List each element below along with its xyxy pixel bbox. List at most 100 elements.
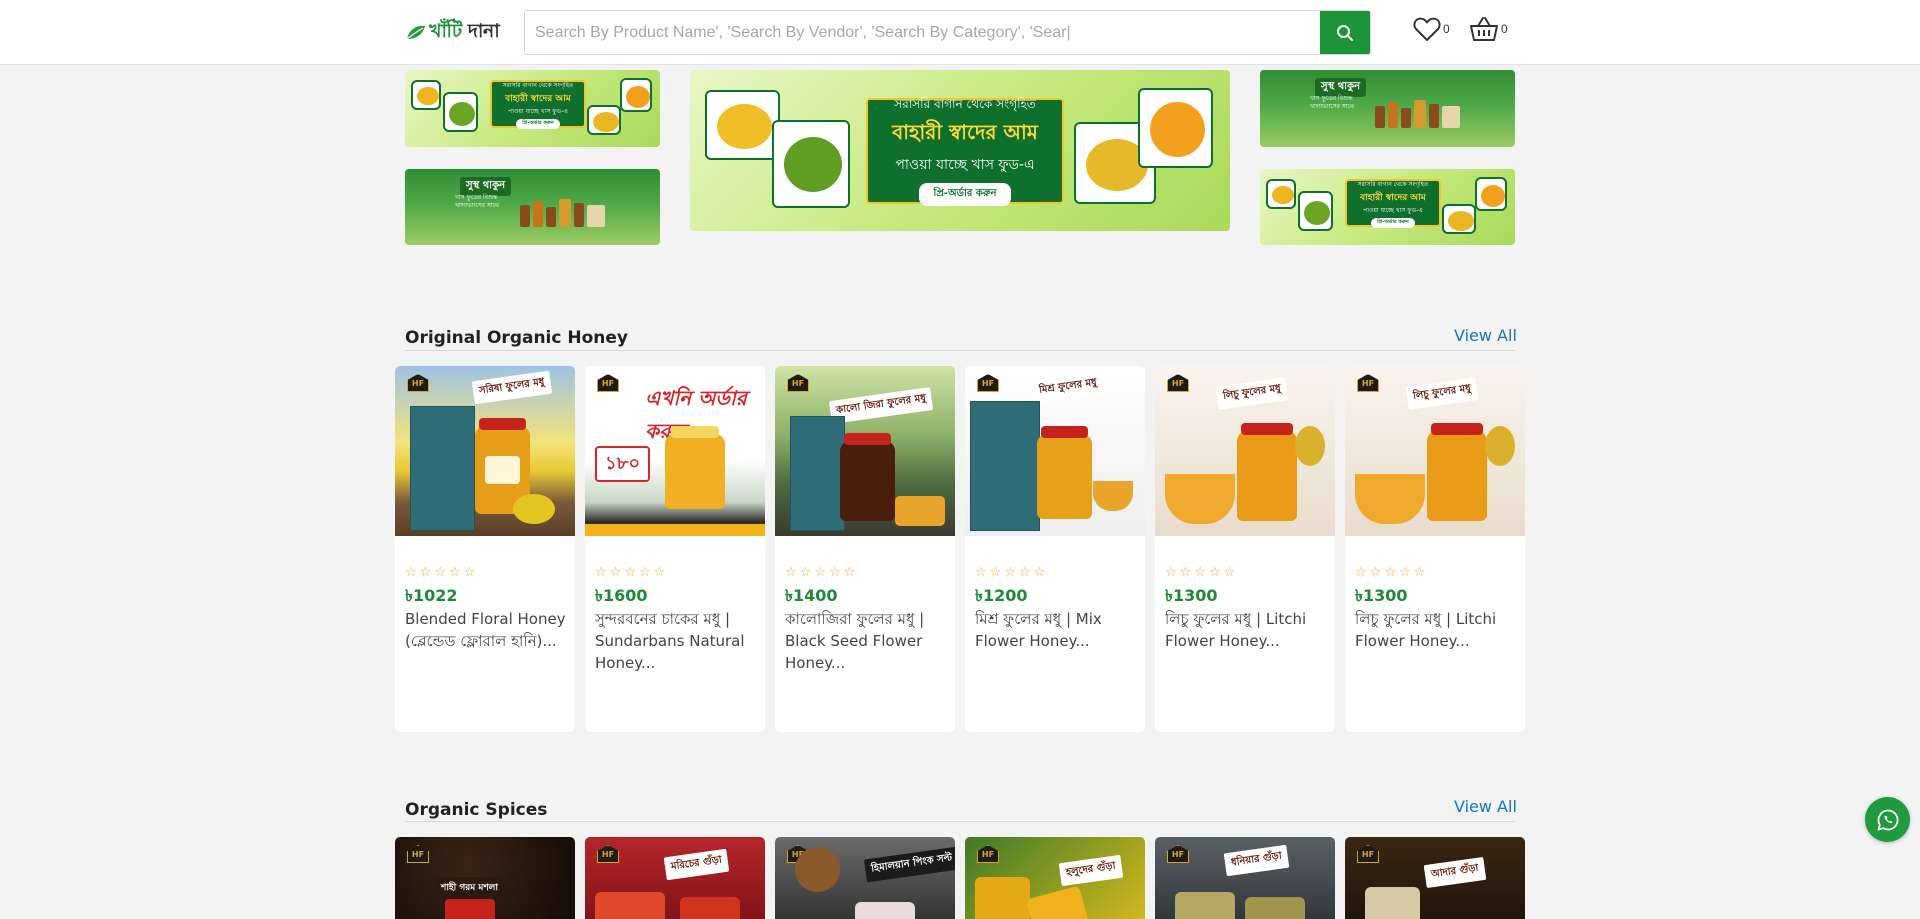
banner-mango-small-2[interactable]: সরাসরি বাগান থেকে সংগৃহিত বাহারী স্বাদের…: [1260, 169, 1515, 245]
product-card[interactable]: HF এখনি অর্ডার করুন ১৮০ ☆ ☆ ☆ ☆ ☆ ৳1600 সুন্…: [585, 366, 765, 732]
banner-line-3: পাওয়া যাচ্ছে খাস ফুড-এ: [895, 157, 1035, 173]
banner-text-panel: সরাসরি বাগান থেকে সংগৃহিত বাহারী স্বাদের…: [490, 80, 586, 129]
product-name[interactable]: কালোজিরা ফুলের মধু | Black Seed Flower H…: [785, 608, 949, 674]
heart-icon: [1413, 17, 1441, 41]
star-outline-icon: ☆: [1384, 565, 1396, 580]
mango-image: [587, 105, 621, 135]
rating-stars: ☆ ☆ ☆ ☆ ☆: [975, 566, 1045, 580]
star-outline-icon: ☆: [1413, 565, 1426, 580]
mango-image: [705, 90, 780, 160]
banner-healthy-1[interactable]: সুস্থ থাকুন খাস ফুডের বিশুদ্ধ খাদ্যাভ্যা…: [405, 169, 660, 245]
product-image: HF এখনি অর্ডার করুন ১৮০: [585, 366, 765, 536]
product-card[interactable]: HF শাহী গরম মশলা: [395, 837, 575, 919]
wishlist-button[interactable]: 0: [1413, 16, 1450, 42]
banner-line-3: পাওয়া যাচ্ছে খাস ফুড-এ: [1363, 206, 1423, 214]
star-outline-icon: ☆: [1194, 565, 1206, 580]
star-outline-icon: ☆: [989, 565, 1002, 580]
logo-text-green: খাঁটি: [429, 20, 462, 42]
star-outline-icon: ☆: [1179, 565, 1192, 580]
view-all-honey-link[interactable]: View All: [1454, 326, 1517, 345]
banner-line-3: পাওয়া যাচ্ছে খাস ফুড-এ: [508, 107, 568, 115]
search-bar: [524, 10, 1371, 55]
product-price: ৳1022: [405, 586, 458, 605]
product-image: HF সরিষা ফুলের মধু: [395, 366, 575, 536]
star-outline-icon: ☆: [785, 565, 797, 580]
banner-line-1: সরাসরি বাগান থেকে সংগৃহিত: [1357, 180, 1429, 188]
product-card[interactable]: HF মরিচের গুঁড়া: [585, 837, 765, 919]
brand-badge-icon: HF: [597, 374, 619, 392]
banner-cta: প্রি-অর্ডার করুন: [919, 183, 1011, 206]
product-card[interactable]: HF লিচু ফুলের মধু ☆ ☆ ☆ ☆ ☆ ৳1300 লিচু ফুলের…: [1345, 366, 1525, 732]
star-outline-icon: ☆: [1208, 565, 1221, 580]
gift-box: [970, 401, 1040, 531]
banner-mango-small-1[interactable]: সরাসরি বাগান থেকে সংগৃহিত বাহারী স্বাদের…: [405, 70, 660, 147]
mango-image: [1266, 179, 1296, 209]
search-icon: [1337, 24, 1353, 41]
basket-icon: [1470, 17, 1498, 41]
banner-mango-main[interactable]: সরাসরি বাগান থেকে সংগৃহিত বাহারী স্বাদের…: [690, 70, 1230, 231]
gift-box: [410, 406, 475, 531]
product-badge: হলুদের গুঁড়া: [1058, 854, 1124, 887]
site-logo[interactable]: খাঁটি দানা: [405, 17, 500, 49]
rating-stars: ☆ ☆ ☆ ☆ ☆: [1165, 566, 1235, 580]
star-outline-icon: ☆: [843, 565, 856, 580]
search-input[interactable]: [525, 11, 1321, 54]
banner-line-1: সরাসরি বাগান থেকে সংগৃহিত: [502, 81, 574, 89]
product-name[interactable]: লিচু ফুলের মধু | Litchi Flower Honey...: [1165, 608, 1329, 652]
cart-count: 0: [1501, 22, 1508, 36]
product-card[interactable]: HF আদার গুঁড়া: [1345, 837, 1525, 919]
logo-text-dark: দানা: [461, 20, 500, 42]
product-card[interactable]: HF ধনিয়ার গুঁড়া: [1155, 837, 1335, 919]
leaf-logo-icon: [406, 25, 425, 40]
product-name[interactable]: সুন্দরবনের চাকের মধু | Sundarbans Natura…: [595, 608, 759, 674]
banner-line-2: বাহারী স্বাদের আম: [505, 93, 571, 104]
product-card[interactable]: HF কালো জিরা ফুলের মধু ☆ ☆ ☆ ☆ ☆ ৳1400 কালোজ…: [775, 366, 955, 732]
search-button[interactable]: [1320, 11, 1370, 54]
product-price: ৳1400: [785, 586, 838, 605]
product-jars-image: [1375, 100, 1460, 128]
cart-button[interactable]: 0: [1469, 16, 1508, 42]
section-divider: [405, 821, 1515, 822]
mango-image: [443, 92, 478, 132]
mango-image: [1138, 88, 1213, 168]
brand-badge-icon: HF: [1167, 374, 1189, 392]
star-outline-icon: ☆: [609, 565, 622, 580]
mango-image: [620, 78, 652, 112]
whatsapp-chat-button[interactable]: [1865, 797, 1910, 842]
product-badge: আদার গুঁড়া: [1423, 856, 1487, 889]
product-card[interactable]: HF হিমালয়ান পিংক সল্ট: [775, 837, 955, 919]
honey-jar: [665, 434, 725, 509]
product-price: ৳1200: [975, 586, 1028, 605]
product-name[interactable]: মিশ্র ফুলের মধু | Mix Flower Honey...: [975, 608, 1139, 652]
star-outline-icon: ☆: [1004, 565, 1016, 580]
product-name[interactable]: Blended Floral Honey (ব্লেন্ডেড ফ্লোরাল …: [405, 608, 569, 652]
product-jars-image: [520, 199, 605, 227]
banner-healthy-2[interactable]: সুস্থ থাকুন খাস ফুডের বিশুদ্ধ খাদ্যাভ্যা…: [1260, 70, 1515, 147]
rating-stars: ☆ ☆ ☆ ☆ ☆: [785, 566, 855, 580]
banner-line-2: বাহারী স্বাদের আম: [892, 120, 1038, 144]
star-outline-icon: ☆: [463, 565, 476, 580]
star-outline-icon: ☆: [405, 565, 417, 580]
product-card[interactable]: HF হলুদের গুঁড়া: [965, 837, 1145, 919]
honey-jar: [1037, 434, 1092, 519]
product-name[interactable]: লিচু ফুলের মধু | Litchi Flower Honey...: [1355, 608, 1519, 652]
mango-image: [411, 80, 441, 110]
banner-text-panel: সরাসরি বাগান থেকে সংগৃহিত বাহারী স্বাদের…: [866, 97, 1064, 206]
brand-badge-icon: HF: [1357, 374, 1379, 392]
product-card[interactable]: HF লিচু ফুলের মধু ☆ ☆ ☆ ☆ ☆ ৳1300 লিচু ফুলের…: [1155, 366, 1335, 732]
product-badge: লিচু ফুলের মধু: [1215, 377, 1289, 410]
rating-stars: ☆ ☆ ☆ ☆ ☆: [405, 566, 475, 580]
banner-cta: প্রি-অর্ডার করুন: [1371, 217, 1415, 228]
product-card[interactable]: HF সরিষা ফুলের মধু ☆ ☆ ☆ ☆ ☆ ৳1022 Blended F…: [395, 366, 575, 732]
product-card[interactable]: HF মিশ্র ফুলের মধু ☆ ☆ ☆ ☆ ☆ ৳1200 মিশ্র ফুল…: [965, 366, 1145, 732]
brand-badge-icon: HF: [1357, 845, 1379, 863]
product-badge: সরিষা ফুলের মধু: [471, 370, 553, 405]
banner-line-1: সরাসরি বাগান থেকে সংগৃহিত: [894, 97, 1036, 111]
star-outline-icon: ☆: [638, 565, 651, 580]
star-outline-icon: ☆: [624, 565, 636, 580]
star-outline-icon: ☆: [828, 565, 841, 580]
brand-badge-icon: HF: [597, 845, 619, 863]
star-outline-icon: ☆: [419, 565, 432, 580]
product-image: HF লিচু ফুলের মধু: [1345, 366, 1525, 536]
view-all-spices-link[interactable]: View All: [1454, 797, 1517, 816]
